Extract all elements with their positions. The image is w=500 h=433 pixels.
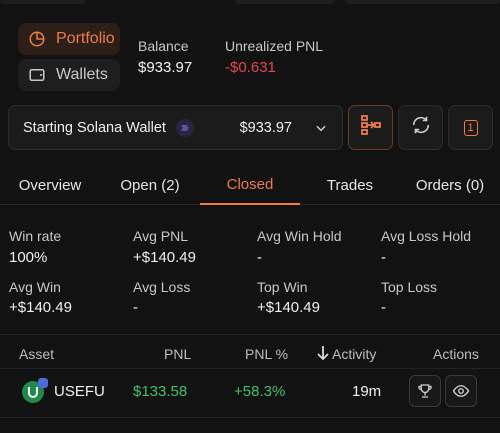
trophy-button[interactable] (409, 375, 441, 407)
stat-avg-win-value: +$140.49 (9, 299, 72, 316)
row-pnl: $133.58 (133, 383, 188, 400)
hierarchy-icon (359, 113, 383, 142)
asset-name: USEFU (54, 383, 105, 400)
stat-avg-win-hold-label: Avg Win Hold (257, 228, 342, 244)
stat-top-loss-value: - (381, 299, 386, 316)
col-header-activity[interactable]: Activity (332, 346, 376, 362)
tab-overview[interactable]: Overview (8, 165, 92, 205)
stat-avg-loss-label: Avg Loss (133, 279, 191, 295)
nav-portfolio-label: Portfolio (56, 30, 115, 47)
col-header-pnl-pct[interactable]: PNL % (245, 346, 288, 362)
stat-win-rate-label: Win rate (9, 228, 62, 244)
wallet-tree-button[interactable] (348, 105, 393, 150)
balance-value: $933.97 (138, 59, 193, 76)
col-header-asset[interactable]: Asset (19, 346, 54, 362)
wallet-amount: $933.97 (239, 119, 292, 136)
table-row-divider (0, 417, 500, 418)
row-pnl-pct: +58.3% (234, 383, 286, 400)
solana-icon (175, 118, 194, 137)
stat-top-loss-label: Top Loss (381, 279, 438, 295)
col-header-actions: Actions (433, 346, 479, 362)
tab-orders[interactable]: Orders (0) (405, 165, 495, 205)
refresh-icon (410, 114, 432, 141)
col-header-pnl[interactable]: PNL (164, 346, 191, 362)
top-edge-stub (0, 0, 86, 4)
stat-win-rate-value: 100% (9, 249, 48, 266)
nav-wallets-label: Wallets (56, 66, 108, 83)
chevron-down-icon (314, 121, 328, 135)
nav-wallets-button[interactable]: Wallets (18, 59, 120, 91)
unrealized-pnl-label: Unrealized PNL (225, 38, 324, 54)
row-activity: 19m (352, 383, 382, 400)
pie-chart-icon (28, 30, 46, 48)
refresh-button[interactable] (398, 105, 443, 150)
tab-bar: Overview Open (2) Closed Trades Orders (… (0, 165, 500, 205)
notification-count: 1 (463, 119, 478, 136)
tab-trades[interactable]: Trades (310, 165, 390, 205)
table-header-divider (0, 368, 500, 369)
wallet-name: Starting Solana Wallet (23, 119, 166, 136)
view-button[interactable] (445, 375, 477, 407)
table-top-divider (0, 334, 500, 335)
eye-icon (452, 382, 470, 400)
trophy-icon (416, 382, 434, 400)
top-edge-stub (235, 0, 335, 4)
notification-count-button[interactable]: 1 (448, 105, 493, 150)
stat-avg-win-hold-value: - (257, 249, 262, 266)
stat-avg-loss-hold-label: Avg Loss Hold (381, 228, 472, 244)
sort-down-icon (316, 345, 330, 366)
stat-avg-win-label: Avg Win (9, 279, 61, 295)
stat-avg-loss-hold-value: - (381, 249, 386, 266)
balance-label: Balance (138, 38, 189, 54)
unrealized-pnl-value: -$0.631 (225, 59, 276, 76)
tab-open[interactable]: Open (2) (108, 165, 192, 205)
stat-avg-pnl-label: Avg PNL (133, 228, 188, 244)
top-edge-stub (345, 0, 500, 4)
tab-closed[interactable]: Closed (200, 165, 300, 205)
wallet-icon (28, 66, 46, 84)
chain-badge-icon (38, 378, 48, 388)
stat-avg-loss-value: - (133, 299, 138, 316)
stat-top-win-value: +$140.49 (257, 299, 320, 316)
nav-portfolio-button[interactable]: Portfolio (18, 23, 120, 55)
stat-top-win-label: Top Win (257, 279, 308, 295)
stat-avg-pnl-value: +$140.49 (133, 249, 196, 266)
wallet-selector[interactable]: Starting Solana Wallet $933.97 (8, 105, 343, 150)
